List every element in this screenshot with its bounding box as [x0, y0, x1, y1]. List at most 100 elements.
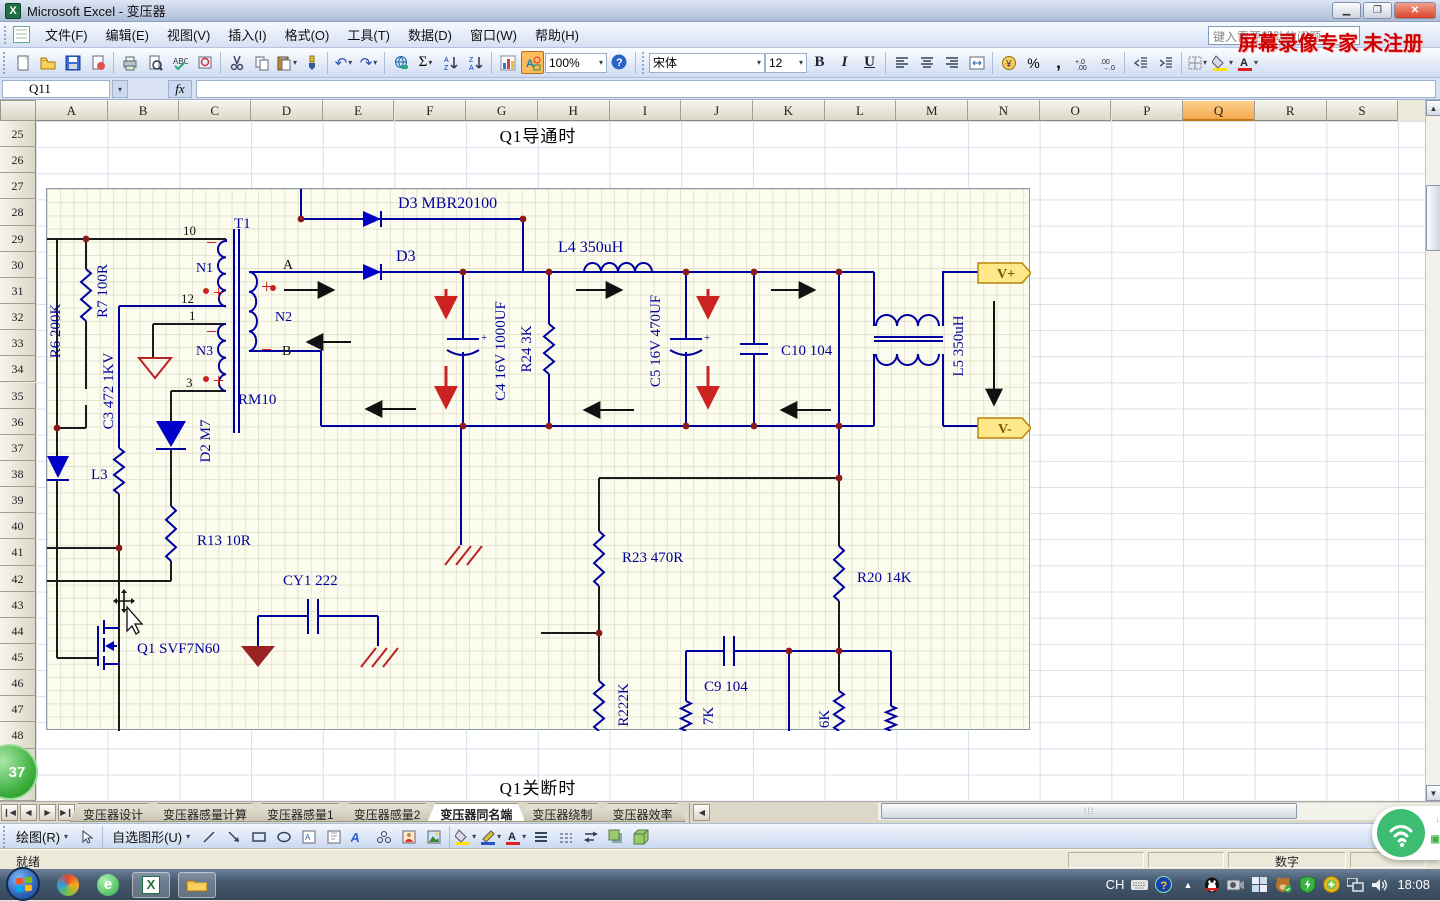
hyperlink-icon[interactable] [389, 51, 412, 74]
taskbar-app-icon-browser[interactable]: e [95, 872, 121, 898]
row-header-31[interactable]: 31 [0, 277, 36, 305]
name-box-dropdown-icon[interactable]: ▾ [112, 80, 128, 98]
show-hidden-icons[interactable]: ▲ [1179, 876, 1196, 893]
sheet-tab-5[interactable]: 变压器绕制 [519, 803, 605, 822]
bear-security-icon[interactable] [1275, 876, 1292, 893]
menu-window[interactable]: 窗口(W) [461, 22, 526, 47]
column-header-I[interactable]: I [609, 100, 682, 121]
scroll-up-icon[interactable]: ▲ [1426, 100, 1440, 116]
sheet-tab-4-active[interactable]: 变压器同名端 [427, 803, 525, 822]
sheet-tab-1[interactable]: 变压器感量计算 [150, 803, 260, 822]
increase-decimal-icon[interactable]: +.0.00 [1072, 51, 1095, 74]
menu-insert[interactable]: 插入(I) [219, 22, 275, 47]
row-header-39[interactable]: 39 [0, 487, 36, 514]
green-shield-icon[interactable] [1299, 876, 1316, 893]
prev-sheet-icon[interactable]: ◀ [20, 804, 37, 821]
zoom-select[interactable]: 100% ▾ [545, 52, 607, 73]
row-header-25[interactable]: 25 [0, 121, 36, 148]
taskbar-app-icon-360[interactable] [55, 872, 81, 898]
row-header-43[interactable]: 43 [0, 591, 36, 618]
sheet-tab-0[interactable]: 变压器设计 [70, 803, 156, 822]
bold-button[interactable]: B [808, 51, 831, 74]
horizontal-scrollbar[interactable]: ⁞⁞⁞ [878, 803, 1440, 820]
row-header-35[interactable]: 35 [0, 382, 36, 409]
select-all-corner[interactable] [0, 100, 36, 121]
copy-icon[interactable] [250, 51, 273, 74]
row-header-46[interactable]: 46 [0, 670, 36, 697]
formula-input[interactable] [196, 80, 1436, 98]
arrow-icon[interactable] [222, 825, 245, 848]
drawing-toolbar-toggle-icon[interactable]: A [521, 51, 544, 74]
menu-tools[interactable]: 工具(T) [338, 22, 399, 47]
column-header-C[interactable]: C [179, 100, 252, 121]
language-indicator[interactable]: CH [1106, 877, 1125, 892]
merge-center-icon[interactable] [965, 51, 988, 74]
percent-icon[interactable]: % [1022, 51, 1045, 74]
column-header-F[interactable]: F [394, 100, 467, 121]
wifi-icon[interactable] [1377, 809, 1425, 857]
column-header-M[interactable]: M [896, 100, 969, 121]
start-button[interactable] [6, 866, 40, 901]
align-right-icon[interactable] [940, 51, 963, 74]
menu-edit[interactable]: 编辑(E) [97, 22, 158, 47]
menu-help[interactable]: 帮助(H) [526, 22, 588, 47]
volume-icon[interactable] [1371, 876, 1388, 893]
threed-style-icon[interactable] [629, 825, 652, 848]
windows-tray-icon[interactable] [1251, 876, 1268, 893]
gold-shield-icon[interactable] [1323, 876, 1341, 893]
autosum-icon[interactable]: Σ ▾ [414, 51, 437, 74]
row-header-36[interactable]: 36 [0, 408, 36, 435]
row-header-28[interactable]: 28 [0, 199, 36, 226]
row-header-30[interactable]: 30 [0, 251, 36, 278]
currency-icon[interactable]: ¥ [997, 51, 1020, 74]
arrow-style-icon[interactable] [579, 825, 602, 848]
column-header-P[interactable]: P [1111, 100, 1184, 121]
vertical-textbox-icon[interactable] [322, 825, 345, 848]
row-header-42[interactable]: 42 [0, 565, 36, 592]
column-header-D[interactable]: D [251, 100, 323, 121]
insert-picture-icon[interactable] [422, 825, 445, 848]
help-tray-icon[interactable]: ? [1155, 876, 1173, 893]
restore-button[interactable]: ❐ [1363, 2, 1392, 19]
print-preview-icon[interactable] [143, 51, 166, 74]
permission-icon[interactable] [86, 51, 109, 74]
oval-icon[interactable] [272, 825, 295, 848]
new-document-icon[interactable] [11, 51, 34, 74]
sort-ascending-icon[interactable]: AZ [439, 51, 462, 74]
menu-view[interactable]: 视图(V) [158, 22, 219, 47]
font-size-select[interactable]: 12 ▾ [765, 52, 807, 73]
spelling-icon[interactable]: ABC [168, 51, 191, 74]
draw-menu-button[interactable]: 绘图(R) ▾ [10, 825, 74, 848]
font-color-icon[interactable]: A ▾ [504, 825, 527, 848]
keyboard-icon[interactable] [1131, 876, 1149, 893]
decrease-decimal-icon[interactable]: .00 →.0 [1097, 51, 1120, 74]
open-icon[interactable] [36, 51, 59, 74]
column-header-B[interactable]: B [107, 100, 180, 121]
row-header-45[interactable]: 45 [0, 644, 36, 671]
column-header-K[interactable]: K [753, 100, 825, 121]
column-header-O[interactable]: O [1039, 100, 1112, 121]
sort-descending-icon[interactable]: ZA [464, 51, 487, 74]
borders-icon[interactable]: ▾ [1186, 51, 1209, 74]
align-left-icon[interactable] [890, 51, 913, 74]
shadow-style-icon[interactable] [604, 825, 627, 848]
fill-color-icon[interactable]: ▾ [454, 825, 477, 848]
help-icon[interactable]: ? [608, 51, 631, 74]
column-header-G[interactable]: G [466, 100, 538, 121]
cut-icon[interactable] [225, 51, 248, 74]
rectangle-icon[interactable] [247, 825, 270, 848]
increase-indent-icon[interactable] [1154, 51, 1177, 74]
underline-button[interactable]: U [858, 51, 881, 74]
row-header-37[interactable]: 37 [0, 434, 36, 461]
autoshapes-menu-button[interactable]: 自选图形(U) ▾ [106, 825, 196, 848]
row-header-34[interactable]: 34 [0, 356, 36, 383]
undo-icon[interactable]: ↶ ▾ [332, 51, 355, 74]
research-icon[interactable] [193, 51, 216, 74]
select-objects-icon[interactable] [75, 825, 98, 848]
minimize-button[interactable]: ▁ [1332, 2, 1361, 19]
row-header-38[interactable]: 38 [0, 460, 36, 488]
close-button[interactable]: ✕ [1394, 2, 1436, 19]
hscroll-left-icon[interactable]: ◀ [693, 804, 711, 821]
taskbar-excel-button[interactable]: X [132, 871, 170, 898]
textbox-icon[interactable]: A [297, 825, 320, 848]
